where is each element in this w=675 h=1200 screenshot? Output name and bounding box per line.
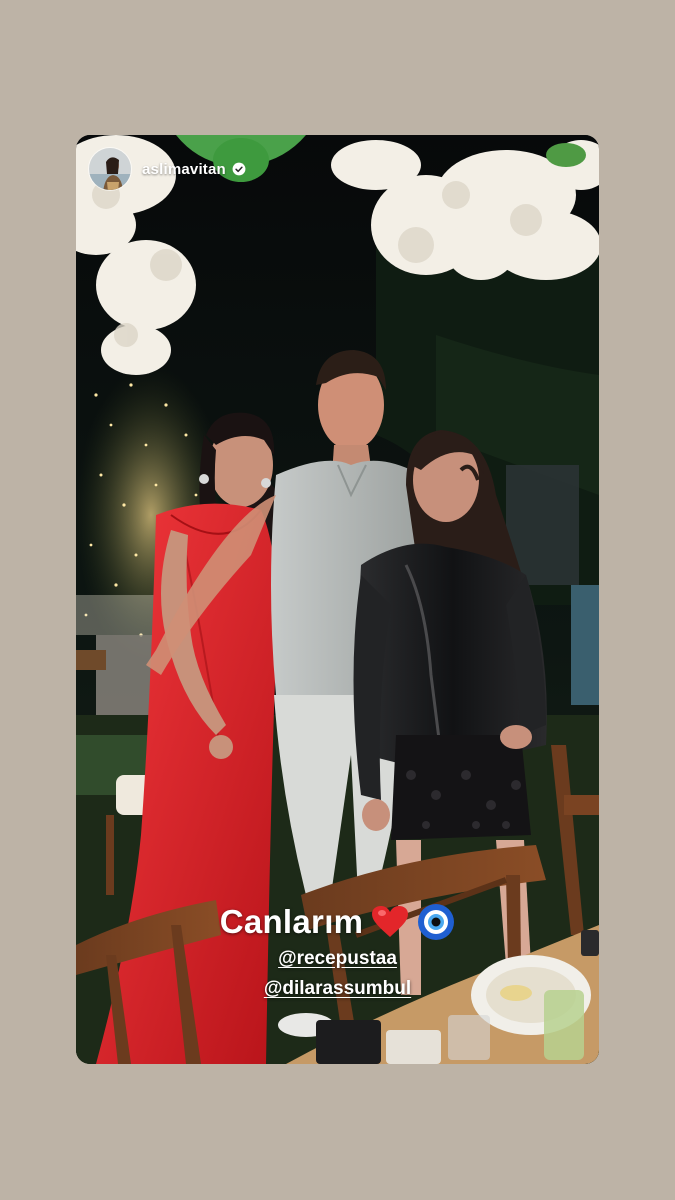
caption-line: Canlarım bbox=[76, 900, 599, 944]
mention-recepustaa[interactable]: @recepustaa bbox=[76, 944, 599, 974]
story-card[interactable]: aslimavitan Canlarım @recepustaa @dilara… bbox=[76, 135, 599, 1064]
story-header: aslimavitan bbox=[88, 147, 246, 191]
username[interactable]: aslimavitan bbox=[142, 161, 226, 178]
story-caption: Canlarım @recepustaa @dilarassumbul bbox=[76, 900, 599, 1004]
mention-dilarassumbul[interactable]: @dilarassumbul bbox=[76, 974, 599, 1004]
avatar-image bbox=[89, 148, 131, 190]
heart-icon bbox=[372, 906, 409, 937]
profile-avatar[interactable] bbox=[88, 147, 132, 191]
story-viewer: aslimavitan Canlarım @recepustaa @dilara… bbox=[0, 0, 675, 1200]
caption-text: Canlarım bbox=[219, 903, 364, 940]
verified-badge-icon bbox=[232, 162, 246, 176]
nazar-evil-eye-icon bbox=[418, 904, 455, 940]
